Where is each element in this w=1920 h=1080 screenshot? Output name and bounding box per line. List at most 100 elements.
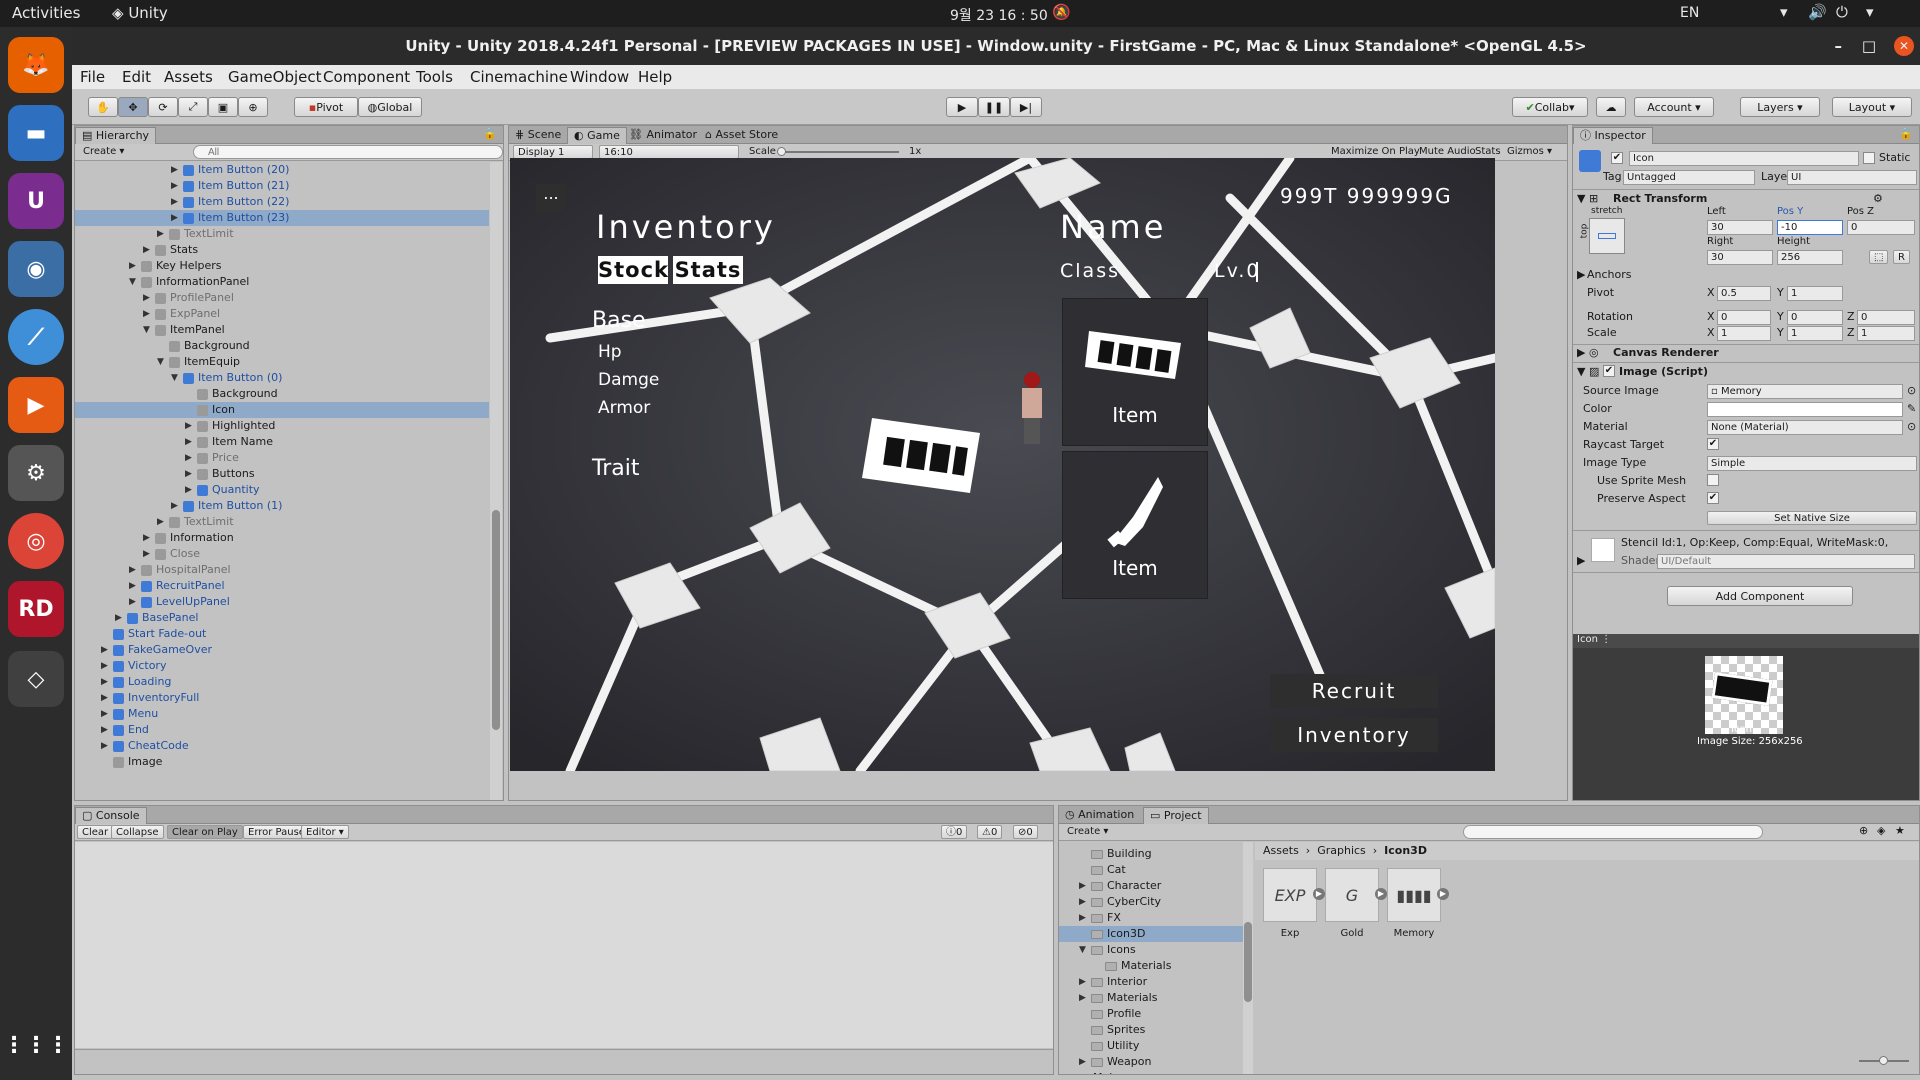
- posz-field[interactable]: 0: [1847, 220, 1915, 235]
- expand-down-icon[interactable]: ▼: [1079, 942, 1086, 958]
- expand-right-icon[interactable]: ▶: [101, 722, 108, 738]
- component-menu-icon[interactable]: ⚙: [1873, 192, 1883, 205]
- menu-component[interactable]: Component: [323, 68, 410, 86]
- project-folder-item[interactable]: Building: [1059, 846, 1243, 862]
- item-slot-1[interactable]: Item: [1062, 298, 1208, 446]
- expand-right-icon[interactable]: ▶: [101, 674, 108, 690]
- expand-right-icon[interactable]: ▶: [171, 162, 178, 178]
- editor-dropdown[interactable]: Editor ▾: [301, 825, 349, 839]
- scale-z-field[interactable]: 1: [1857, 326, 1915, 341]
- project-search-input[interactable]: [1463, 825, 1763, 839]
- expand-right-icon[interactable]: ▶: [1065, 1070, 1072, 1074]
- hierarchy-item[interactable]: ▶Victory›: [75, 658, 497, 674]
- unity-hub-icon[interactable]: U: [8, 173, 64, 229]
- play-button[interactable]: ▶: [946, 97, 978, 117]
- expand-right-icon[interactable]: ▶: [171, 210, 178, 226]
- close-icon[interactable]: ✕: [1894, 36, 1914, 56]
- breadcrumb-icon3d[interactable]: Icon3D: [1384, 844, 1427, 857]
- rider-icon[interactable]: RD: [8, 581, 64, 637]
- collab-dropdown[interactable]: ✔ Collab ▾: [1512, 97, 1588, 117]
- hierarchy-item[interactable]: ▶LevelUpPanel›: [75, 594, 497, 610]
- project-tab[interactable]: ▭ Project: [1143, 807, 1209, 824]
- hierarchy-item[interactable]: ▶Item Button (22)›: [75, 194, 497, 210]
- layers-dropdown[interactable]: Layers ▾: [1740, 97, 1820, 117]
- hierarchy-item[interactable]: ▼ InformationPanel: [75, 274, 489, 290]
- material-picker-icon[interactable]: ⊙: [1907, 420, 1916, 433]
- hierarchy-item[interactable]: ▼ Item Button (0): [75, 370, 489, 386]
- scale-slider-thumb[interactable]: [777, 147, 786, 156]
- account-dropdown[interactable]: Account ▾: [1634, 97, 1714, 117]
- expand-right-icon[interactable]: ▶: [101, 706, 108, 722]
- hierarchy-item[interactable]: ▼ ItemPanel: [75, 322, 489, 338]
- rot-y-field[interactable]: 0: [1787, 310, 1843, 325]
- move-tool-icon[interactable]: ✥: [118, 97, 148, 117]
- expand-asset-icon[interactable]: ▶: [1313, 888, 1325, 900]
- expand-right-icon[interactable]: ▶: [1079, 990, 1086, 1006]
- asset-store-tab[interactable]: ⌂ Asset Store: [699, 127, 784, 144]
- project-folder-item[interactable]: Utility: [1059, 1038, 1243, 1054]
- project-folder-item[interactable]: Materials: [1059, 958, 1243, 974]
- hierarchy-item[interactable]: Icon: [75, 402, 489, 418]
- image-type-dropdown[interactable]: Simple: [1707, 456, 1917, 471]
- volume-icon[interactable]: 🔊: [1808, 3, 1827, 21]
- hierarchy-item[interactable]: ▶Item Button (20)›: [75, 162, 497, 178]
- hierarchy-item[interactable]: ▶Quantity›: [75, 482, 497, 498]
- hierarchy-item[interactable]: Background: [75, 386, 489, 402]
- shader-dropdown[interactable]: UI/Default: [1657, 554, 1915, 569]
- expand-right-icon[interactable]: ▶: [1079, 878, 1086, 894]
- files-icon[interactable]: ▬: [8, 105, 64, 161]
- hierarchy-item[interactable]: ▶Loading›: [75, 674, 497, 690]
- wifi-icon[interactable]: ▾: [1780, 3, 1788, 21]
- maximize-on-play-toggle[interactable]: Maximize On Play: [1327, 145, 1424, 159]
- anchor-preset-button[interactable]: [1589, 218, 1625, 254]
- active-checkbox[interactable]: ✔: [1611, 152, 1623, 164]
- lock-icon[interactable]: 🔒: [483, 127, 497, 140]
- animation-tab[interactable]: ◷ Animation: [1059, 807, 1140, 824]
- left-field[interactable]: 30: [1707, 220, 1773, 235]
- scene-tab[interactable]: ⋕ Scene: [509, 127, 567, 144]
- clock[interactable]: 9월 23 16 : 50: [950, 5, 1048, 25]
- maximize-icon[interactable]: □: [1862, 27, 1876, 65]
- object-name-field[interactable]: Icon: [1629, 151, 1859, 166]
- project-folder-item[interactable]: ▶ Character: [1059, 878, 1243, 894]
- console-clear-button[interactable]: Clear: [77, 825, 114, 839]
- asset-item[interactable]: G ▶ Gold: [1325, 868, 1387, 948]
- expand-right-icon[interactable]: ▶: [143, 546, 150, 562]
- scale-tool-icon[interactable]: ⤢: [178, 97, 208, 117]
- app-menu[interactable]: ◈ Unity: [112, 4, 168, 22]
- firefox-icon[interactable]: 🦊: [8, 37, 64, 93]
- expand-asset-icon[interactable]: ▶: [1437, 888, 1449, 900]
- expand-right-icon[interactable]: ▶: [1079, 1054, 1086, 1070]
- expand-right-icon[interactable]: ▶: [171, 178, 178, 194]
- stats-toggle[interactable]: Stats: [1471, 145, 1505, 159]
- hierarchy-item[interactable]: Start Fade-out›: [75, 626, 497, 642]
- language-indicator[interactable]: EN: [1680, 5, 1699, 21]
- project-folder-item[interactable]: ▶ CyberCity: [1059, 894, 1243, 910]
- global-toggle[interactable]: ◍ Global: [358, 97, 422, 117]
- rect-transform-arrow[interactable]: ▼: [1577, 192, 1585, 205]
- blueprint-mode-button[interactable]: ⬚: [1869, 250, 1889, 264]
- unity-icon[interactable]: ◇: [8, 651, 64, 707]
- menu-cinemachine[interactable]: Cinemachine: [470, 68, 568, 86]
- screenshot-icon[interactable]: ◉: [8, 241, 64, 297]
- expand-right-icon[interactable]: ▶: [185, 450, 192, 466]
- expand-down-icon[interactable]: ▼: [143, 322, 150, 338]
- anchors-label[interactable]: Anchors: [1587, 268, 1632, 281]
- hierarchy-item[interactable]: ▶ ExpPanel: [75, 306, 489, 322]
- expand-right-icon[interactable]: ▶: [129, 562, 136, 578]
- hierarchy-item[interactable]: ▶Menu›: [75, 706, 497, 722]
- project-folder-item[interactable]: Icon3D: [1059, 926, 1243, 942]
- expand-right-icon[interactable]: ▶: [101, 738, 108, 754]
- color-field[interactable]: [1707, 402, 1903, 417]
- game-menu-button[interactable]: ...: [536, 184, 566, 212]
- layer-dropdown[interactable]: UI: [1787, 170, 1917, 185]
- asset-size-slider[interactable]: [1859, 1056, 1909, 1065]
- expand-right-icon[interactable]: ▶: [143, 242, 150, 258]
- hierarchy-item[interactable]: ▶ Close: [75, 546, 489, 562]
- scale-y-field[interactable]: 1: [1787, 326, 1843, 341]
- hierarchy-item[interactable]: ▶InventoryFull›: [75, 690, 497, 706]
- inspector-lock-icon[interactable]: 🔒: [1899, 127, 1913, 140]
- clear-on-play-toggle[interactable]: Clear on Play: [167, 825, 243, 839]
- error-pause-toggle[interactable]: Error Pause: [243, 825, 310, 839]
- asset-item[interactable]: EXP ▶ Exp: [1263, 868, 1325, 948]
